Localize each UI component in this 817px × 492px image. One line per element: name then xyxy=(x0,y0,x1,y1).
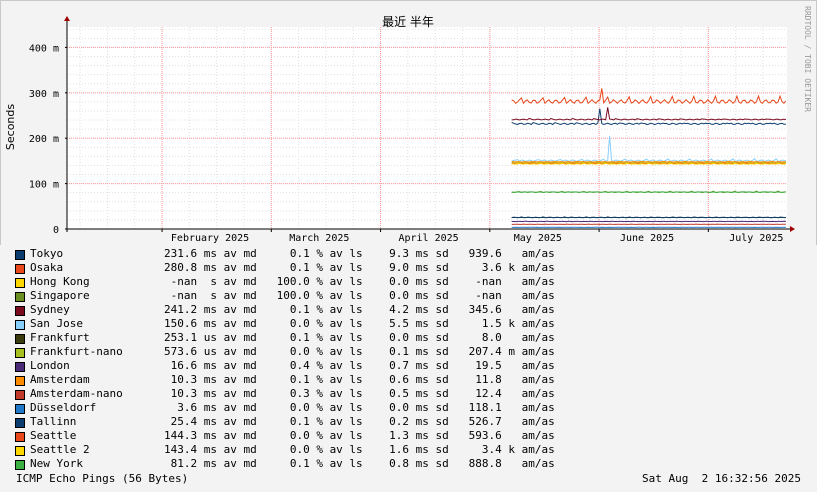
x-tick-label: June 2025 xyxy=(620,233,674,244)
legend-row: San Jose 150.6 ms av md 0.0 % av ls 5.5 m… xyxy=(14,317,614,331)
legend-series-name: London xyxy=(30,359,70,372)
legend-series-stats: 10.3 ms av md 0.3 % av ls 0.5 ms sd 12.4… xyxy=(164,387,555,400)
legend-series-name: Seattle 2 xyxy=(30,443,90,456)
legend-series-stats: 16.6 ms av md 0.4 % av ls 0.7 ms sd 19.5… xyxy=(164,359,555,372)
series-line-london xyxy=(511,220,786,223)
legend-swatch xyxy=(15,334,25,344)
x-tick-label: May 2025 xyxy=(514,233,562,244)
legend: Tokyo 231.6 ms av md 0.1 % av ls 9.3 ms s… xyxy=(14,247,614,471)
legend-swatch xyxy=(15,460,25,470)
legend-series-stats: 25.4 ms av md 0.1 % av ls 0.2 ms sd 526.… xyxy=(164,415,555,428)
legend-swatch xyxy=(15,264,25,274)
legend-series-name: Frankfurt xyxy=(30,331,90,344)
legend-series-name: Frankfurt-nano xyxy=(30,345,123,358)
legend-series-stats: 253.1 us av md 0.1 % av ls 0.0 ms sd 8.0… xyxy=(164,331,555,344)
legend-series-name: Amsterdam-nano xyxy=(30,387,123,400)
legend-swatch xyxy=(15,404,25,414)
legend-row: Seattle 144.3 ms av md 0.0 % av ls 1.3 ms… xyxy=(14,429,614,443)
legend-series-stats: 573.6 us av md 0.0 % av ls 0.1 ms sd 207… xyxy=(164,345,555,358)
legend-row: Hong Kong -nan s av md 100.0 % av ls 0.0… xyxy=(14,275,614,289)
rrdtool-watermark: RRDTOOL / TOBI OETIKER xyxy=(803,6,812,112)
plot-canvas xyxy=(67,27,787,229)
footer-description: ICMP Echo Pings (56 Bytes) xyxy=(16,472,189,485)
legend-row: Düsseldorf 3.6 ms av md 0.0 % av ls 0.0 … xyxy=(14,401,614,415)
y-tick-label: 400 m xyxy=(29,43,59,54)
x-tick-label: April 2025 xyxy=(398,233,458,244)
legend-row: Frankfurt 253.1 us av md 0.1 % av ls 0.0 … xyxy=(14,331,614,345)
legend-series-name: Seattle xyxy=(30,429,77,442)
legend-swatch xyxy=(15,446,25,456)
legend-row: Singapore -nan s av md 100.0 % av ls 0.0… xyxy=(14,289,614,303)
legend-series-name: Düsseldorf xyxy=(30,401,97,414)
legend-swatch xyxy=(15,376,25,386)
legend-swatch xyxy=(15,348,25,358)
y-tick-label: 300 m xyxy=(29,89,59,100)
legend-series-stats: 280.8 ms av md 0.1 % av ls 9.0 ms sd 3.6… xyxy=(164,261,555,274)
legend-row: Frankfurt-nano 573.6 us av md 0.0 % av ls… xyxy=(14,345,614,359)
legend-series-stats: 143.4 ms av md 0.0 % av ls 1.6 ms sd 3.4… xyxy=(164,443,555,456)
y-axis-arrow xyxy=(64,16,70,21)
legend-row: New York 81.2 ms av md 0.1 % av ls 0.8 m… xyxy=(14,457,614,471)
legend-row: Tallinn 25.4 ms av md 0.1 % av ls 0.2 ms… xyxy=(14,415,614,429)
legend-swatch xyxy=(15,320,25,330)
legend-series-stats: 81.2 ms av md 0.1 % av ls 0.8 ms sd 888.… xyxy=(164,457,555,470)
legend-swatch xyxy=(15,278,25,288)
legend-row: Amsterdam 10.3 ms av md 0.1 % av ls 0.6 … xyxy=(14,373,614,387)
legend-swatch xyxy=(15,306,25,316)
y-axis-label: Seconds xyxy=(4,104,17,150)
legend-row: Seattle 2 143.4 ms av md 0.0 % av ls 1.6 … xyxy=(14,443,614,457)
y-tick-label: 200 m xyxy=(29,134,59,145)
rrd-graph: 0 100 m 200 m 300 m 400 m February 2025 March … xyxy=(0,0,817,492)
legend-swatch xyxy=(15,292,25,302)
legend-swatch xyxy=(15,432,25,442)
legend-swatch xyxy=(15,362,25,372)
legend-series-stats: 10.3 ms av md 0.1 % av ls 0.6 ms sd 11.8… xyxy=(164,373,555,386)
y-tick-label: 0 xyxy=(53,225,59,236)
chart-title: 最近 半年 xyxy=(382,15,434,29)
x-tick-label: July 2025 xyxy=(729,233,783,244)
legend-series-stats: 144.3 ms av md 0.0 % av ls 1.3 ms sd 593… xyxy=(164,429,555,442)
legend-series-stats: -nan s av md 100.0 % av ls 0.0 ms sd -na… xyxy=(164,289,555,302)
legend-swatch xyxy=(15,250,25,260)
legend-series-stats: -nan s av md 100.0 % av ls 0.0 ms sd -na… xyxy=(164,275,555,288)
legend-row: London 16.6 ms av md 0.4 % av ls 0.7 ms … xyxy=(14,359,614,373)
legend-swatch xyxy=(15,418,25,428)
legend-swatch xyxy=(15,390,25,400)
legend-series-name: New York xyxy=(30,457,83,470)
legend-series-name: San Jose xyxy=(30,317,83,330)
legend-series-stats: 241.2 ms av md 0.1 % av ls 4.2 ms sd 345… xyxy=(164,303,555,316)
legend-series-name: Sydney xyxy=(30,303,70,316)
x-tick-label: March 2025 xyxy=(289,233,349,244)
legend-series-stats: 3.6 ms av md 0.0 % av ls 0.0 ms sd 118.1… xyxy=(164,401,555,414)
x-tick-label: February 2025 xyxy=(171,233,249,244)
x-axis-arrow xyxy=(790,226,795,232)
legend-row: Amsterdam-nano 10.3 ms av md 0.3 % av ls… xyxy=(14,387,614,401)
legend-series-name: Osaka xyxy=(30,261,64,274)
legend-row: Osaka 280.8 ms av md 0.1 % av ls 9.0 ms s… xyxy=(14,261,614,275)
legend-series-stats: 231.6 ms av md 0.1 % av ls 9.3 ms sd 939… xyxy=(164,247,555,260)
legend-row: Sydney 241.2 ms av md 0.1 % av ls 4.2 ms … xyxy=(14,303,614,317)
legend-row: Tokyo 231.6 ms av md 0.1 % av ls 9.3 ms s… xyxy=(14,247,614,261)
legend-series-name: Tallinn xyxy=(30,415,77,428)
footer-timestamp: Sat Aug 2 16:32:56 2025 xyxy=(642,472,801,485)
y-tick-label: 100 m xyxy=(29,180,59,191)
legend-series-name: Tokyo xyxy=(30,247,64,260)
legend-series-name: Amsterdam xyxy=(30,373,90,386)
legend-series-name: Singapore xyxy=(30,289,90,302)
chart-svg: 0 100 m 200 m 300 m 400 m February 2025 March … xyxy=(0,0,817,245)
legend-series-name: Hong Kong xyxy=(30,275,90,288)
legend-series-stats: 150.6 ms av md 0.0 % av ls 5.5 ms sd 1.5… xyxy=(164,317,555,330)
